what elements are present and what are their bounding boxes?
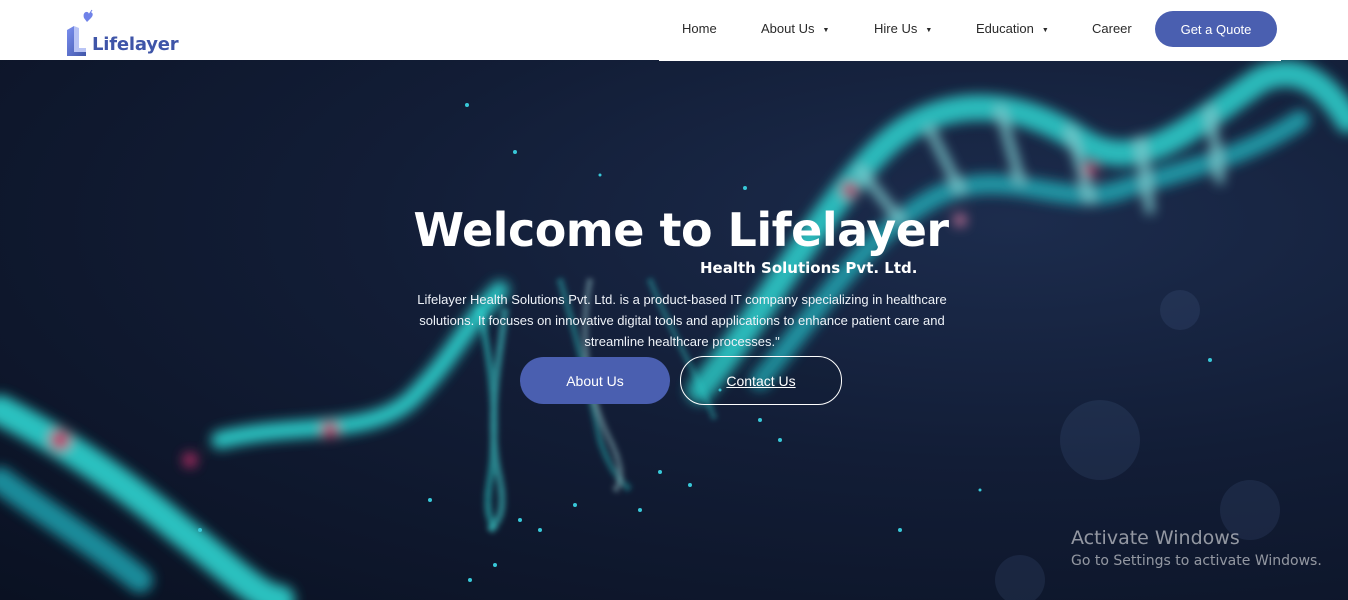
hero-section: Welcome to Lifelayer Health Solutions Pv…	[0, 60, 1348, 600]
nav-divider	[659, 59, 1281, 61]
activate-windows-title: Activate Windows	[1071, 527, 1240, 549]
hero-title: Welcome to Lifelayer	[413, 203, 949, 257]
activate-windows-subtitle: Go to Settings to activate Windows.	[1071, 553, 1322, 569]
site-header: Lifelayer Home About Us ▼ Hire Us ▼ Educat…	[0, 0, 1348, 60]
caret-down-icon: ▼	[822, 27, 830, 34]
get-a-quote-button[interactable]: Get a Quote	[1155, 11, 1277, 47]
about-us-button[interactable]: About Us	[520, 357, 670, 404]
nav-education[interactable]: Education ▼	[976, 21, 1049, 36]
contact-us-button[interactable]: Contact Us	[680, 356, 842, 405]
nav-hire-us[interactable]: Hire Us ▼	[874, 21, 932, 36]
nav-about-us-label: About Us	[761, 21, 815, 36]
nav-about-us[interactable]: About Us ▼	[761, 21, 829, 36]
logo-text: Lifelayer	[92, 34, 179, 55]
nav-career-label: Career	[1092, 21, 1132, 36]
caret-down-icon: ▼	[925, 27, 933, 34]
hero-description: Lifelayer Health Solutions Pvt. Ltd. is …	[417, 292, 947, 349]
nav-education-label: Education	[976, 21, 1034, 36]
nav-hire-us-label: Hire Us	[874, 21, 918, 36]
caret-down-icon: ▼	[1041, 27, 1049, 34]
nav-career[interactable]: Career	[1092, 21, 1132, 36]
hero-subtitle: Health Solutions Pvt. Ltd.	[700, 259, 918, 277]
nav-home[interactable]: Home	[682, 21, 717, 36]
lifelayer-logo-icon	[64, 8, 94, 58]
nav-home-label: Home	[682, 21, 717, 36]
logo[interactable]: Lifelayer	[64, 8, 179, 58]
